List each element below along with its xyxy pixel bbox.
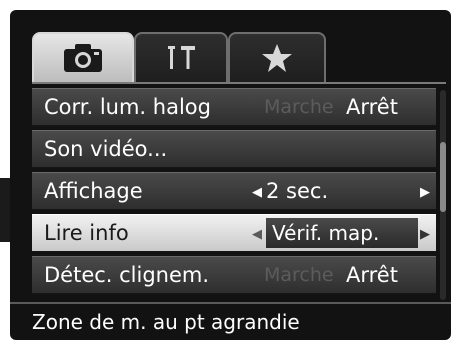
scrollbar-thumb[interactable] [440,142,446,212]
menu-item-corr-lum-halog[interactable]: Corr. lum. halog Marche Arrêt [32,88,436,126]
star-icon [260,42,294,74]
menu-item-value: 2 sec. [266,179,329,203]
menu-item-son-video[interactable]: Son vidéo... [32,130,436,168]
menu-item-label: Son vidéo... [44,137,168,161]
menu-item-detec-clignem[interactable]: Détec. clignem. Marche Arrêt [32,256,436,294]
footer-divider [10,302,451,304]
menu-item-label: Lire info [44,221,129,245]
menu-item-value[interactable]: Vérif. map. [266,218,418,248]
tab-shooting[interactable] [32,32,134,82]
arrow-right-icon[interactable]: ▶ [420,227,430,242]
menu-item-label: Détec. clignem. [44,263,210,287]
tab-my-menu[interactable] [228,32,326,82]
camera-icon [62,42,104,74]
option-arret[interactable]: Arrêt [346,263,398,287]
frame-edge [0,178,10,242]
menu-item-lire-info[interactable]: Lire info ◀ Vérif. map. ▶ [32,214,436,252]
menu-item-affichage[interactable]: Affichage ◀ 2 sec. ▶ [32,172,436,210]
menu-item-label: Corr. lum. halog [44,95,211,119]
tab-setup[interactable] [134,32,228,82]
tab-divider [32,82,446,84]
arrow-left-icon[interactable]: ◀ [252,227,262,242]
option-marche[interactable]: Marche [264,96,334,118]
arrow-left-icon[interactable]: ◀ [252,185,262,200]
hint-text: Zone de m. au pt agrandie [32,310,300,334]
option-arret[interactable]: Arrêt [346,95,398,119]
wrench-hammer-icon [164,43,198,73]
menu-item-label: Affichage [44,179,143,203]
menu-list: Corr. lum. halog Marche Arrêt Son vidéo.… [32,88,436,298]
arrow-right-icon[interactable]: ▶ [420,185,430,200]
option-marche[interactable]: Marche [264,264,334,286]
camera-menu-screen: Corr. lum. halog Marche Arrêt Son vidéo.… [10,10,451,340]
scrollbar[interactable] [440,90,446,300]
